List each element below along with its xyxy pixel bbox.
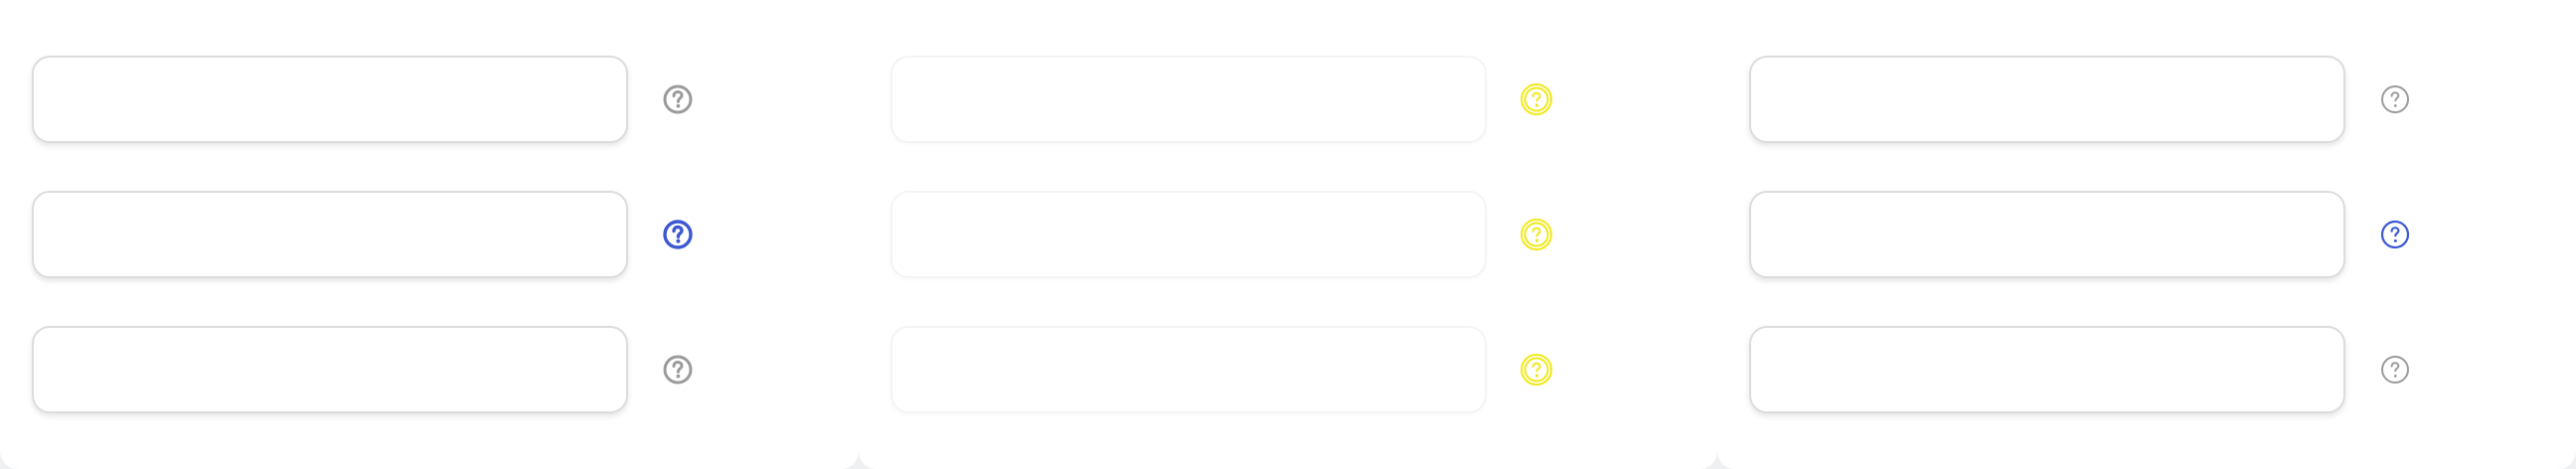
field-row (32, 191, 827, 278)
field-row (32, 56, 827, 143)
text-input[interactable] (890, 191, 1487, 278)
text-input[interactable] (1749, 56, 2345, 143)
text-input[interactable] (32, 326, 628, 413)
question-circle-icon[interactable] (2377, 217, 2413, 252)
field-row (1749, 191, 2544, 278)
field-row (890, 191, 1686, 278)
text-input[interactable] (1749, 191, 2345, 278)
screen (0, 0, 2576, 469)
question-circle-icon[interactable] (660, 217, 696, 252)
form-panel-1 (0, 0, 859, 469)
question-circle-icon[interactable] (2377, 352, 2413, 388)
text-input[interactable] (890, 56, 1487, 143)
text-input[interactable] (890, 326, 1487, 413)
question-circle-icon[interactable] (1519, 352, 1554, 388)
question-circle-icon[interactable] (660, 81, 696, 117)
question-circle-icon[interactable] (2377, 81, 2413, 117)
text-input[interactable] (32, 56, 628, 143)
form-panel-3 (1717, 0, 2576, 469)
form-panel-2 (859, 0, 1717, 469)
text-input[interactable] (1749, 326, 2345, 413)
question-circle-icon[interactable] (1519, 81, 1554, 117)
field-row (1749, 56, 2544, 143)
field-row (890, 326, 1686, 413)
field-row (32, 326, 827, 413)
field-row (890, 56, 1686, 143)
question-circle-icon[interactable] (1519, 217, 1554, 252)
field-row (1749, 326, 2544, 413)
text-input[interactable] (32, 191, 628, 278)
question-circle-icon[interactable] (660, 352, 696, 388)
